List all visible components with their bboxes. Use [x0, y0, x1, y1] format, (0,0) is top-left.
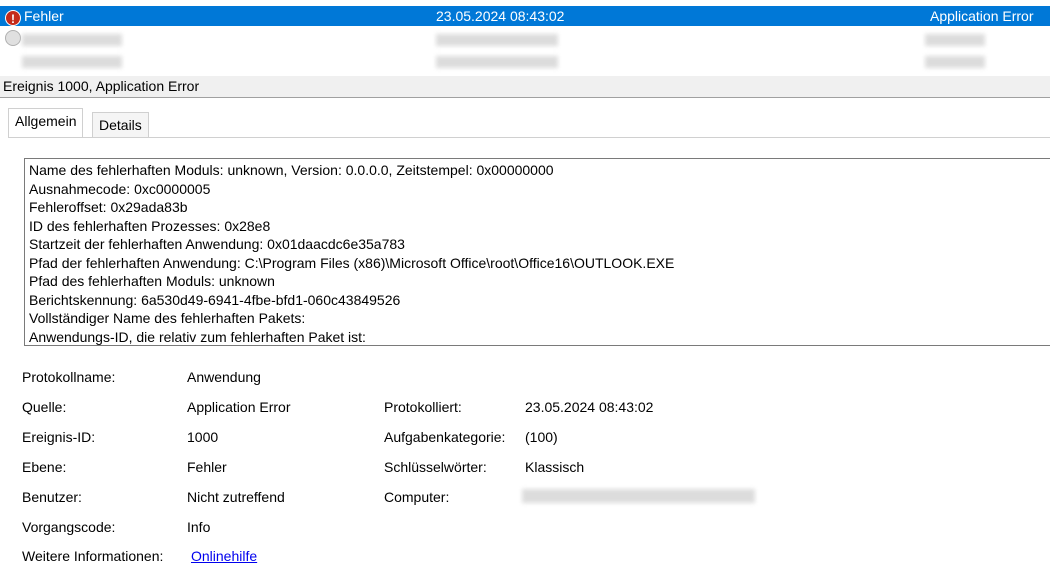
- logged-label: Protokolliert:: [384, 399, 462, 415]
- online-help-link[interactable]: Onlinehilfe: [191, 546, 257, 566]
- description-line: Fehleroffset: 0x29ada83b: [29, 199, 188, 215]
- redacted-time: [436, 56, 558, 68]
- description-line: Name des fehlerhaften Moduls: unknown, V…: [29, 162, 554, 178]
- redacted-level: [22, 56, 122, 68]
- event-id-value: 1000: [187, 429, 219, 445]
- event-row[interactable]: [0, 51, 1050, 71]
- logged-value: 23.05.2024 08:43:02: [525, 399, 654, 415]
- computer-label: Computer:: [384, 489, 450, 505]
- event-time-cell: 23.05.2024 08:43:02: [436, 8, 565, 24]
- error-icon: !: [5, 10, 21, 26]
- description-line: Anwendungs-ID, die relativ zum fehlerhaf…: [29, 328, 366, 345]
- keywords-label: Schlüsselwörter:: [384, 459, 487, 475]
- event-row[interactable]: [0, 29, 1050, 49]
- event-id-label: Ereignis-ID:: [22, 429, 96, 445]
- event-list: ! Fehler 23.05.2024 08:43:02 Application …: [0, 0, 1050, 76]
- event-level-text: Fehler: [24, 8, 64, 24]
- redacted-source: [925, 56, 985, 68]
- description-line: Pfad des fehlerhaften Moduls: unknown: [29, 273, 275, 289]
- redacted-level: [22, 34, 122, 46]
- user-label: Benutzer:: [22, 489, 82, 505]
- user-value: Nicht zutreffend: [187, 489, 285, 505]
- more-info-label: Weitere Informationen:: [22, 548, 164, 564]
- keywords-value: Klassisch: [525, 459, 585, 475]
- log-name-value: Anwendung: [187, 369, 261, 385]
- log-name-label: Protokollname:: [22, 369, 116, 385]
- description-line: Pfad der fehlerhaften Anwendung: C:\Prog…: [29, 254, 675, 271]
- event-row-selected[interactable]: ! Fehler 23.05.2024 08:43:02 Application …: [0, 6, 1050, 26]
- info-icon: [5, 30, 21, 46]
- tab-panel-border: [8, 137, 1050, 138]
- redacted-source: [925, 34, 985, 46]
- redacted-computer-value: [522, 489, 755, 503]
- description-line: Ausnahmecode: 0xc0000005: [29, 180, 211, 197]
- opcode-value: Info: [187, 519, 211, 535]
- tab-details[interactable]: Details: [92, 112, 149, 138]
- task-category-label: Aufgabenkategorie:: [384, 429, 506, 445]
- event-source-cell: Application Error: [930, 8, 1034, 24]
- task-category-value: (100): [525, 429, 558, 445]
- source-value: Application Error: [187, 399, 291, 415]
- level-label: Ebene:: [22, 459, 67, 475]
- description-line: Startzeit der fehlerhaften Anwendung: 0x…: [29, 236, 405, 252]
- description-line: Berichtskennung: 6a530d49-6941-4fbe-bfd1…: [29, 291, 401, 308]
- redacted-time: [436, 34, 558, 46]
- event-viewer-window: ! Fehler 23.05.2024 08:43:02 Application …: [0, 0, 1050, 573]
- event-title: Ereignis 1000, Application Error: [0, 76, 1050, 98]
- tab-allgemein[interactable]: Allgemein: [8, 108, 84, 138]
- description-line: Vollständiger Name des fehlerhaften Pake…: [29, 310, 306, 326]
- event-description[interactable]: Name des fehlerhaften Moduls: unknown, V…: [24, 158, 1050, 346]
- opcode-label: Vorgangscode:: [22, 519, 116, 535]
- level-value: Fehler: [187, 459, 227, 475]
- event-level-cell: ! Fehler: [5, 6, 64, 26]
- source-label: Quelle:: [22, 399, 67, 415]
- description-line: ID des fehlerhaften Prozesses: 0x28e8: [29, 217, 271, 234]
